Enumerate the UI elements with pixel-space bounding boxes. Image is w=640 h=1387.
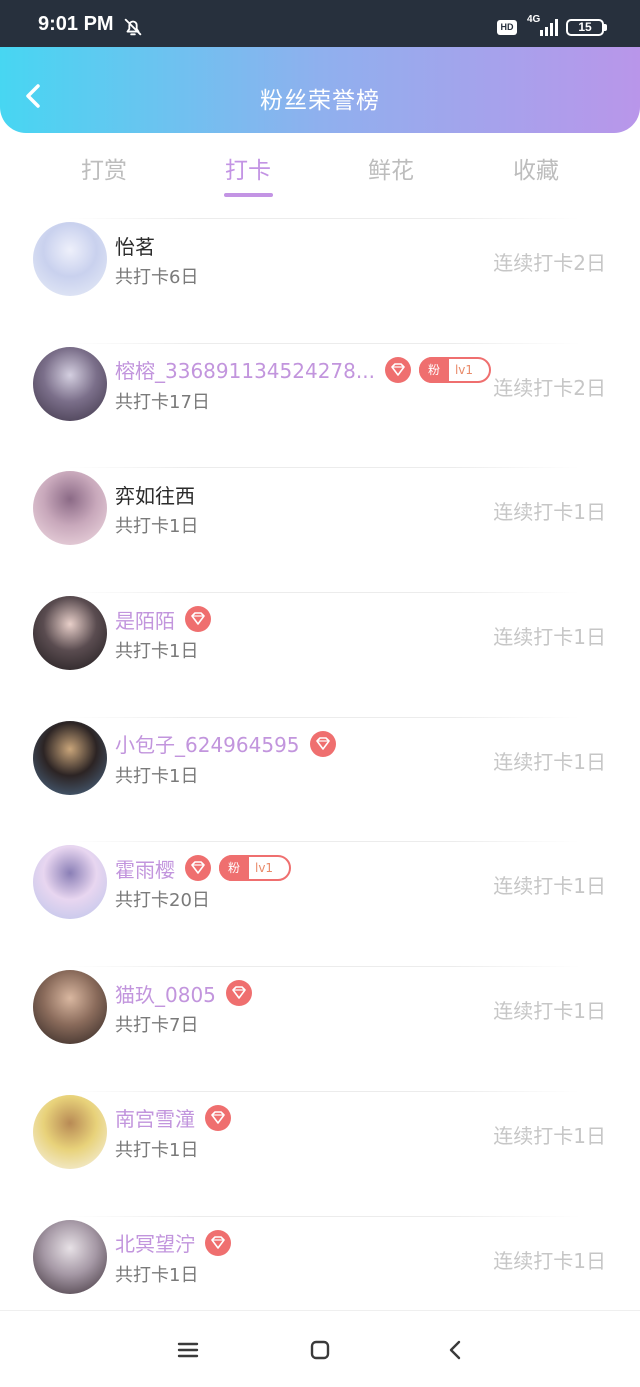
total-checkins: 共打卡1日 bbox=[115, 641, 199, 663]
avatar[interactable] bbox=[33, 471, 107, 546]
tab-tips[interactable]: 打赏 bbox=[44, 151, 164, 185]
fan-name[interactable]: 弈如往西 bbox=[115, 480, 195, 509]
fan-badge-level: lv1 bbox=[454, 362, 474, 377]
menu-icon[interactable] bbox=[176, 1338, 200, 1362]
battery-level: 15 bbox=[578, 20, 592, 34]
fan-row[interactable]: 南宫雪潼共打卡1日 连续打卡1日 bbox=[0, 1090, 640, 1216]
name-line: 小包子_624964595 bbox=[115, 729, 336, 759]
row-divider bbox=[68, 716, 580, 718]
fan-badge-label: 粉 bbox=[418, 356, 449, 383]
diamond-icon bbox=[205, 1229, 231, 1256]
fan-row[interactable]: 怡茗共打卡6日 连续打卡2日 bbox=[0, 218, 640, 343]
row-divider bbox=[68, 467, 580, 469]
fan-badge-label: 粉 bbox=[219, 855, 249, 882]
checkin-streak: 连续打卡1日 bbox=[493, 999, 606, 1024]
row-divider bbox=[68, 592, 580, 594]
total-checkins: 共打卡1日 bbox=[115, 1264, 199, 1286]
fan-name[interactable]: 是陌陌 bbox=[115, 605, 175, 634]
tab-checkin[interactable]: 打卡 bbox=[188, 151, 308, 185]
diamond-icon bbox=[205, 1104, 231, 1131]
name-line: 猫玖_0805 bbox=[115, 978, 252, 1008]
avatar[interactable] bbox=[33, 596, 107, 671]
avatar[interactable] bbox=[33, 346, 107, 421]
row-divider bbox=[68, 342, 580, 344]
fan-name[interactable]: 猫玖_0805 bbox=[115, 979, 216, 1008]
avatar[interactable] bbox=[33, 720, 107, 795]
row-divider bbox=[68, 218, 580, 219]
name-line: 是陌陌 bbox=[115, 604, 211, 634]
name-line: 南宫雪潼 bbox=[115, 1103, 231, 1133]
diamond-icon bbox=[309, 730, 336, 757]
fan-ranking-list: 怡茗 共打卡6日 连续打卡2日 榕榕_336891134524278... 粉 lv1 共打… bbox=[0, 218, 640, 1340]
fan-level-badge: 粉 lv1 bbox=[418, 356, 491, 383]
diamond-icon bbox=[384, 356, 411, 383]
checkin-streak: 连续打卡2日 bbox=[493, 375, 606, 400]
hd-icon: HD bbox=[497, 20, 517, 35]
checkin-streak: 连续打卡1日 bbox=[493, 749, 606, 774]
name-line: 怡茗 bbox=[115, 230, 155, 260]
total-checkins: 共打卡1日 bbox=[115, 765, 199, 787]
row-divider bbox=[68, 1090, 580, 1092]
avatar[interactable] bbox=[33, 845, 107, 920]
checkin-streak: 连续打卡1日 bbox=[493, 874, 606, 899]
fan-row[interactable]: 榕榕_336891134524278... 粉 lv1 共打卡17日 连续打卡2日 bbox=[0, 342, 640, 468]
name-line: 北冥望泞 bbox=[115, 1228, 231, 1258]
total-checkins: 共打卡1日 bbox=[115, 1139, 199, 1161]
name-line: 榕榕_336891134524278... 粉 lv1 bbox=[115, 355, 491, 385]
checkin-streak: 连续打卡1日 bbox=[493, 1123, 606, 1148]
active-tab-indicator bbox=[224, 193, 273, 197]
row-divider bbox=[68, 966, 580, 968]
tab-flowers[interactable]: 鲜花 bbox=[331, 151, 451, 185]
avatar[interactable] bbox=[33, 222, 107, 296]
fan-badge-level: lv1 bbox=[255, 861, 274, 876]
avatar[interactable] bbox=[33, 1219, 107, 1294]
battery-icon: 15 bbox=[566, 19, 604, 36]
diamond-icon bbox=[185, 606, 211, 633]
fan-row[interactable]: 霍雨樱 粉 lv1 共打卡20日 连续打卡1日 bbox=[0, 841, 640, 966]
row-divider bbox=[68, 841, 580, 843]
fan-name[interactable]: 榕榕_336891134524278... bbox=[115, 355, 375, 384]
avatar[interactable] bbox=[33, 970, 107, 1045]
fan-row[interactable]: 猫玖_0805 共打卡7日 连续打卡1日 bbox=[0, 966, 640, 1091]
back-nav-icon[interactable] bbox=[443, 1338, 467, 1362]
battery-nub bbox=[604, 24, 607, 31]
fan-name[interactable]: 南宫雪潼 bbox=[115, 1103, 195, 1132]
total-checkins: 共打卡17日 bbox=[115, 391, 210, 413]
diamond-icon bbox=[225, 980, 252, 1007]
app-header: 9:01 PM HD 4G 15 粉丝荣誉榜 bbox=[0, 0, 640, 133]
total-checkins: 共打卡20日 bbox=[115, 890, 210, 912]
diamond-icon bbox=[185, 855, 211, 882]
status-time: 9:01 PM bbox=[38, 13, 114, 35]
fan-name[interactable]: 霍雨樱 bbox=[115, 854, 175, 883]
fan-name[interactable]: 怡茗 bbox=[115, 231, 155, 260]
bell-muted-icon bbox=[124, 18, 142, 36]
fan-name[interactable]: 北冥望泞 bbox=[115, 1228, 195, 1257]
total-checkins: 共打卡7日 bbox=[115, 1015, 199, 1037]
row-divider bbox=[68, 1215, 580, 1217]
fan-level-badge: 粉 lv1 bbox=[219, 855, 291, 882]
checkin-streak: 连续打卡1日 bbox=[493, 625, 606, 650]
total-checkins: 共打卡6日 bbox=[115, 267, 199, 288]
home-icon[interactable] bbox=[308, 1338, 332, 1362]
tab-bar: 打赏 打卡 鲜花 收藏 bbox=[0, 133, 640, 209]
fan-row[interactable]: 是陌陌共打卡1日 连续打卡1日 bbox=[0, 592, 640, 717]
page-title: 粉丝荣誉榜 bbox=[260, 88, 380, 114]
fan-row[interactable]: 弈如往西共打卡1日 连续打卡1日 bbox=[0, 467, 640, 592]
status-bar: 9:01 PM HD 4G 15 bbox=[0, 0, 640, 47]
total-checkins: 共打卡1日 bbox=[115, 516, 199, 538]
checkin-streak: 连续打卡1日 bbox=[493, 500, 606, 525]
checkin-streak: 连续打卡1日 bbox=[493, 1248, 606, 1273]
tab-favorites[interactable]: 收藏 bbox=[476, 151, 596, 185]
fan-row[interactable]: 小包子_624964595 共打卡1日 连续打卡1日 bbox=[0, 716, 640, 842]
name-line: 霍雨樱 粉 lv1 bbox=[115, 853, 291, 883]
system-nav-bar bbox=[0, 1310, 640, 1387]
checkin-streak: 连续打卡2日 bbox=[493, 251, 606, 275]
name-line: 弈如往西 bbox=[115, 479, 195, 509]
signal-icon bbox=[540, 19, 558, 36]
avatar[interactable] bbox=[33, 1094, 107, 1169]
fan-name[interactable]: 小包子_624964595 bbox=[115, 729, 300, 758]
